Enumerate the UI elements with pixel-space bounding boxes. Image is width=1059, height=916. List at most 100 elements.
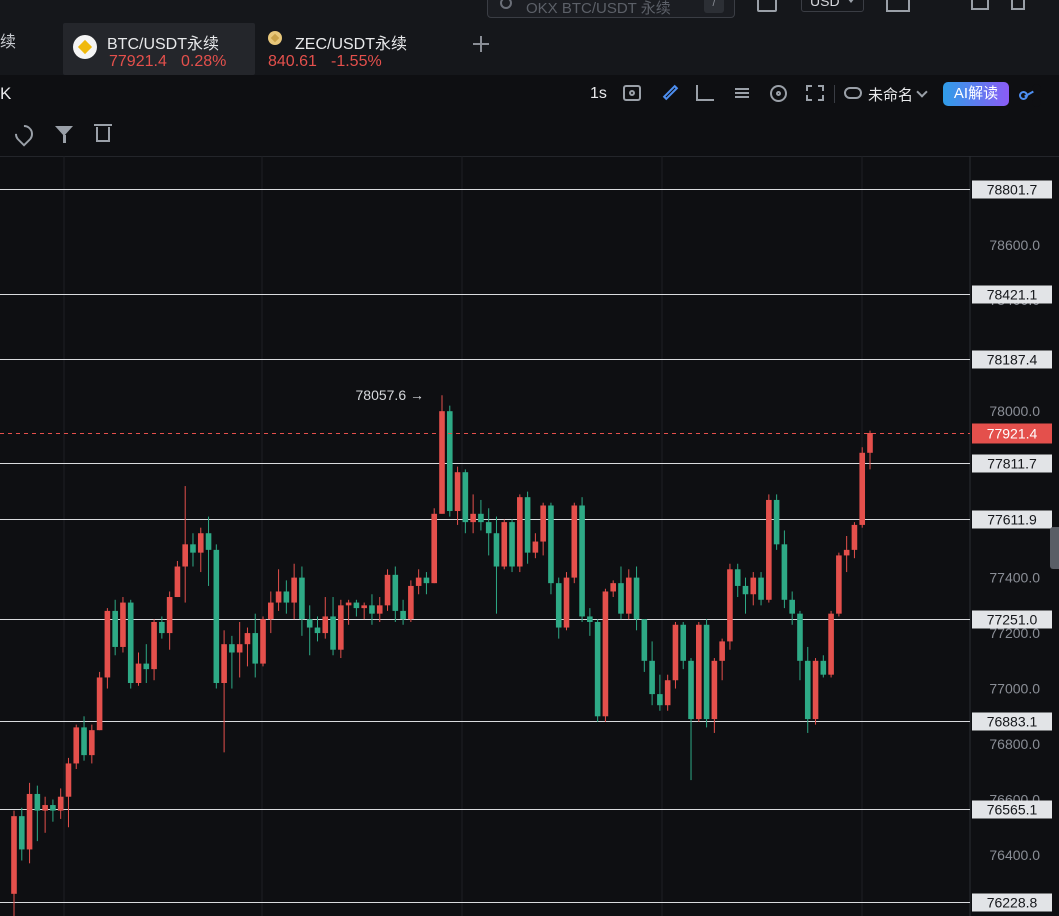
candle-body bbox=[322, 616, 329, 634]
candle-body bbox=[703, 624, 710, 720]
candle-body bbox=[190, 544, 196, 553]
candle-body bbox=[633, 577, 640, 620]
candle-body bbox=[672, 624, 679, 681]
chart-toolbar: K 1s 未命名 AI解读 bbox=[0, 75, 1059, 114]
tab-zec-usdt[interactable]: ZEC/USDT永续 840.61 -1.55% bbox=[262, 23, 452, 75]
layout-name[interactable]: 未命名 bbox=[868, 84, 913, 105]
tab-name: ZEC/USDT永续 bbox=[295, 36, 408, 53]
search-input[interactable]: OKX BTC/USDT 永续 / bbox=[487, 0, 735, 18]
candle-body bbox=[851, 524, 858, 550]
candle-body bbox=[828, 613, 834, 675]
candle-body bbox=[159, 621, 165, 634]
candle-body bbox=[34, 793, 41, 811]
candle-body bbox=[260, 619, 266, 664]
tab-price: 840.61 bbox=[268, 53, 317, 70]
candle-body bbox=[758, 577, 764, 600]
list-icon[interactable] bbox=[733, 85, 751, 101]
candle-body bbox=[267, 602, 274, 620]
candle-body bbox=[330, 616, 336, 650]
candle-body bbox=[563, 577, 570, 628]
interval-button[interactable]: 1s bbox=[590, 85, 607, 103]
share-icon[interactable] bbox=[1018, 84, 1038, 104]
chart-type-partial[interactable]: K bbox=[0, 84, 11, 104]
candle-body bbox=[65, 763, 72, 797]
tab-change: 0.28% bbox=[181, 53, 227, 70]
candle-body bbox=[501, 522, 508, 567]
ai-analysis-button[interactable]: AI解读 bbox=[943, 82, 1009, 106]
candle-body bbox=[773, 499, 780, 545]
window-icon[interactable] bbox=[1011, 0, 1025, 10]
download-icon[interactable] bbox=[886, 0, 910, 12]
tab-partial[interactable]: 续 bbox=[0, 28, 16, 52]
chevron-down-icon[interactable] bbox=[916, 86, 928, 98]
candle-body bbox=[135, 663, 142, 684]
scroll-handle[interactable] bbox=[1050, 527, 1059, 569]
window-icon[interactable] bbox=[971, 0, 989, 10]
divider bbox=[834, 85, 835, 103]
candle-body bbox=[478, 513, 484, 523]
candle-body bbox=[789, 599, 795, 614]
y-tick-label: 76800.0 bbox=[989, 736, 1040, 752]
candle-body bbox=[804, 660, 811, 720]
filter-icon[interactable] bbox=[55, 125, 73, 143]
last-price-label: 77921.4 bbox=[987, 426, 1038, 442]
candle-body bbox=[680, 624, 687, 661]
candle-body bbox=[345, 602, 352, 606]
candle-body bbox=[727, 569, 733, 642]
y-tick-label: 78000.0 bbox=[989, 403, 1040, 419]
fullscreen-icon[interactable] bbox=[806, 85, 824, 101]
candle-body bbox=[283, 591, 290, 603]
pen-icon[interactable] bbox=[661, 85, 679, 101]
candle-body bbox=[843, 549, 850, 556]
candle-body bbox=[781, 544, 788, 600]
gear-icon[interactable] bbox=[770, 85, 787, 102]
tab-change: -1.55% bbox=[331, 53, 382, 70]
currency-select[interactable]: USD bbox=[801, 0, 864, 12]
candle-body bbox=[509, 522, 515, 567]
candle-body bbox=[423, 577, 430, 584]
candle-body bbox=[719, 641, 725, 661]
y-tick-label: 77000.0 bbox=[989, 681, 1040, 697]
candle-body bbox=[415, 577, 422, 586]
candle-body bbox=[664, 680, 671, 706]
binance-coin-icon bbox=[73, 35, 97, 59]
candle-body bbox=[384, 574, 391, 606]
candle-body bbox=[73, 727, 80, 764]
candle-body bbox=[275, 591, 282, 603]
candle-body bbox=[431, 513, 438, 584]
level-price-label: 77611.9 bbox=[987, 512, 1037, 528]
bell-icon[interactable] bbox=[757, 0, 777, 12]
candle-body bbox=[96, 677, 103, 731]
candle-body bbox=[548, 505, 554, 584]
y-tick-label: 76400.0 bbox=[989, 847, 1040, 863]
add-tab-icon[interactable] bbox=[471, 34, 491, 54]
candle-body bbox=[836, 555, 842, 614]
tab-btc-usdt[interactable]: BTC/USDT永续 77921.4 0.28% bbox=[63, 23, 255, 75]
trash-icon[interactable] bbox=[94, 124, 112, 142]
candle-body bbox=[213, 549, 220, 684]
currency-value: USD bbox=[810, 0, 840, 9]
candle-body bbox=[524, 497, 531, 553]
candle-body bbox=[205, 533, 212, 550]
crop-icon[interactable] bbox=[696, 85, 714, 101]
cloud-icon[interactable] bbox=[844, 87, 862, 99]
camera-icon[interactable] bbox=[623, 85, 641, 101]
candle-body bbox=[291, 577, 297, 603]
candle-body bbox=[454, 472, 461, 512]
candle-body bbox=[641, 619, 648, 661]
candle-body bbox=[695, 624, 702, 720]
candle-body bbox=[688, 660, 694, 720]
level-price-label: 78801.7 bbox=[987, 182, 1038, 198]
candle-body bbox=[236, 644, 243, 653]
magnet-icon[interactable] bbox=[11, 121, 37, 147]
candle-body bbox=[820, 660, 827, 675]
candle-body bbox=[306, 619, 313, 628]
candle-body bbox=[18, 816, 25, 850]
price-chart[interactable]: 78600.078400.078200.078000.077800.077600… bbox=[0, 156, 1059, 916]
candle-body bbox=[81, 727, 87, 756]
candle-body bbox=[166, 597, 173, 634]
candle-body bbox=[127, 602, 134, 684]
level-price-label: 76883.1 bbox=[987, 714, 1038, 730]
drawing-toolbar bbox=[0, 113, 1059, 157]
candle-body bbox=[221, 644, 227, 684]
